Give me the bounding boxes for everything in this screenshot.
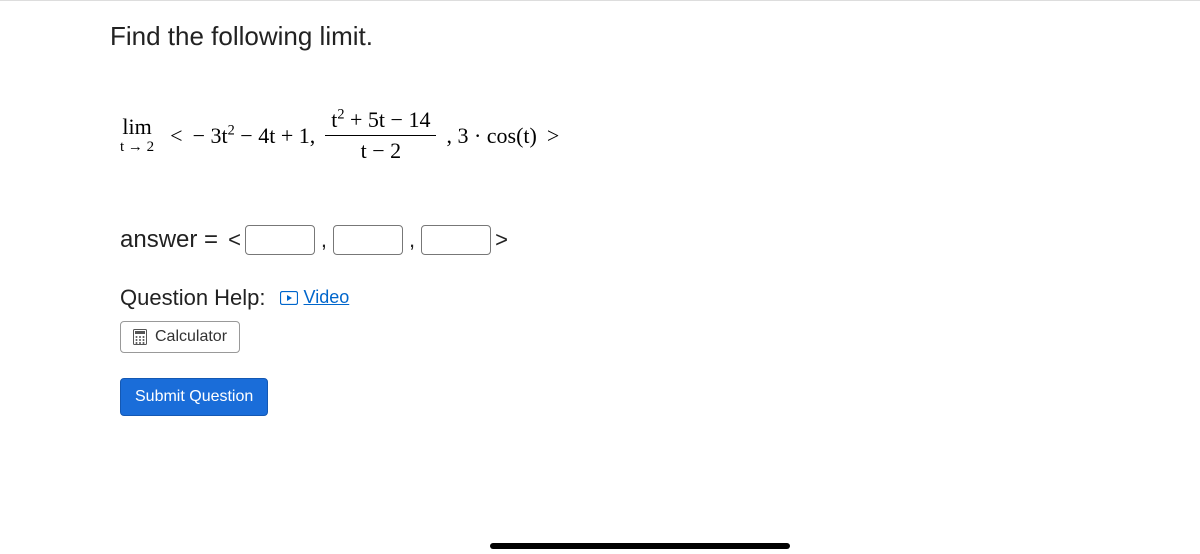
answer-input-1[interactable] — [245, 225, 315, 255]
expr-fraction: t2 + 5t − 14 t − 2 — [325, 107, 436, 165]
answer-input-2[interactable] — [333, 225, 403, 255]
question-prompt: Find the following limit. — [110, 21, 1200, 52]
lim-approach: t → 2 — [120, 140, 154, 155]
limit-expression: lim t → 2 < − 3t2 − 4t + 1, t2 + 5t − 14… — [120, 107, 1200, 165]
expr-third-component: , 3 · cos(t) — [446, 123, 536, 149]
answer-input-3[interactable] — [421, 225, 491, 255]
answer-label: answer = — [120, 226, 218, 254]
limit-notation: lim t → 2 — [120, 116, 154, 155]
play-video-icon — [280, 291, 298, 305]
answer-comma-2: , — [409, 227, 415, 253]
answer-close-bracket: > — [495, 227, 508, 253]
open-angle-bracket: < — [170, 123, 182, 149]
question-help-label: Question Help: — [120, 285, 266, 311]
video-link-label: Video — [304, 287, 350, 308]
expr-first-component: − 3t2 − 4t + 1, — [193, 123, 316, 149]
answer-open-bracket: < — [228, 227, 241, 253]
video-link[interactable]: Video — [280, 287, 350, 308]
calculator-button-label: Calculator — [155, 328, 227, 346]
question-help-row: Question Help: Video — [120, 285, 1200, 311]
submit-question-button[interactable]: Submit Question — [120, 378, 268, 416]
fraction-numerator: t2 + 5t − 14 — [325, 107, 436, 136]
bottom-handle-bar — [490, 543, 790, 549]
close-angle-bracket: > — [547, 123, 559, 149]
fraction-denominator: t − 2 — [355, 136, 408, 164]
calculator-icon — [133, 329, 147, 345]
answer-comma-1: , — [321, 227, 327, 253]
lim-text: lim — [122, 116, 151, 138]
answer-row: answer = < , , > — [120, 225, 1200, 255]
calculator-button[interactable]: Calculator — [120, 321, 240, 353]
